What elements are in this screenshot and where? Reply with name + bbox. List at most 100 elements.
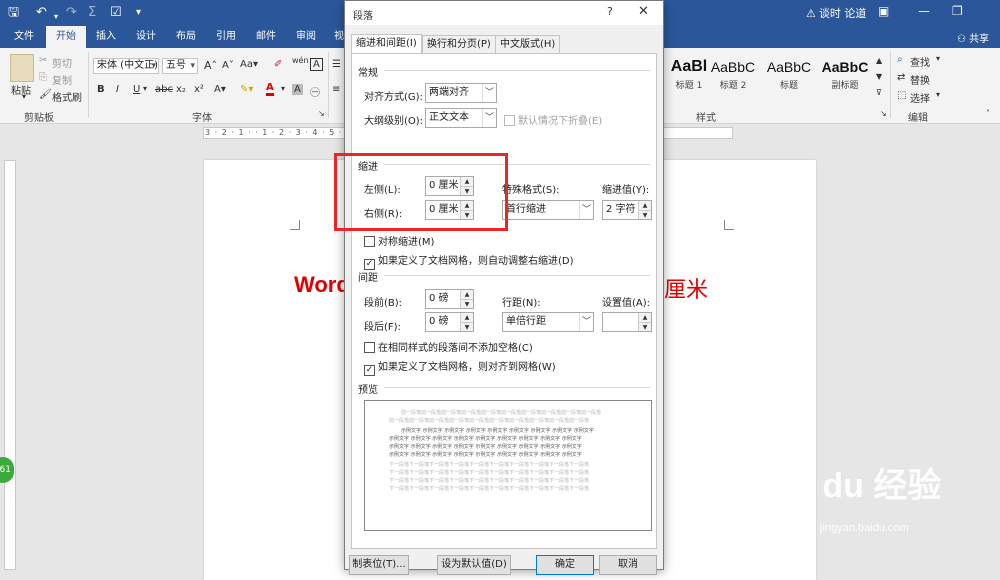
tab-insert[interactable]: 插入	[94, 26, 118, 48]
special-indent-select[interactable]: 首行缩进 ﹀	[502, 200, 594, 220]
replace-icon[interactable]: ⇄	[897, 72, 905, 83]
find-icon[interactable]: ⌕	[897, 54, 903, 65]
italic-icon[interactable]: I	[116, 84, 119, 95]
bullets-icon[interactable]: ☰	[332, 59, 341, 70]
mirror-indents-checkbox[interactable]: 对称缩进(M)	[364, 233, 434, 248]
restore-icon[interactable]: ❐	[952, 4, 963, 18]
text-effects-icon[interactable]: A▾	[214, 84, 226, 95]
indent-by-input[interactable]: 2 字符 ▲ ▼	[602, 200, 652, 220]
tab-asian-typography[interactable]: 中文版式(H)	[495, 35, 561, 53]
ribbon-display-icon[interactable]: ▣	[878, 4, 889, 18]
share-button[interactable]: ⚇ 共享	[957, 30, 989, 45]
tab-line-page-breaks[interactable]: 换行和分页(P)	[422, 35, 496, 53]
find-dropdown-icon[interactable]: ▾	[936, 54, 940, 63]
cancel-button[interactable]: 取消	[599, 555, 657, 575]
char-shading-icon[interactable]: A	[292, 84, 303, 95]
align-left-icon[interactable]: ≡	[332, 84, 340, 95]
paste-icon[interactable]	[10, 54, 34, 82]
style-heading-2[interactable]: AaBbC 标题 2	[704, 56, 762, 96]
cut-icon[interactable]: ✂	[39, 55, 47, 66]
bold-icon[interactable]: B	[97, 84, 105, 95]
tab-references[interactable]: 引用	[214, 26, 238, 48]
spin-down-icon[interactable]: ▼	[461, 322, 473, 331]
phonetic-guide-icon[interactable]: wén	[292, 56, 309, 65]
style-title[interactable]: AaBbC 标题	[760, 56, 818, 96]
replace-button[interactable]: 替换	[910, 72, 930, 87]
spin-up-icon[interactable]: ▲	[461, 313, 473, 322]
edit-document-icon[interactable]: ☑	[110, 5, 122, 21]
spacing-at-input[interactable]: ▲ ▼	[602, 312, 652, 332]
undo-icon[interactable]: ↶	[36, 5, 47, 21]
redo-icon[interactable]: ↷	[66, 5, 77, 21]
ok-button[interactable]: 确定	[536, 555, 594, 575]
outline-level-select[interactable]: 正文文本 ﹀	[425, 108, 497, 128]
subscript-icon[interactable]: x₂	[176, 84, 186, 95]
sum-icon[interactable]: Σ	[88, 5, 96, 21]
line-spacing-select[interactable]: 单倍行距 ﹀	[502, 312, 594, 332]
cut-button[interactable]: 剪切	[52, 55, 72, 70]
tab-review[interactable]: 审阅	[294, 26, 318, 48]
tab-file[interactable]: 文件	[12, 26, 36, 48]
style-subtitle[interactable]: AaBbC 副标题	[816, 56, 874, 96]
select-icon[interactable]: ⬚	[897, 90, 906, 101]
tab-mailings[interactable]: 邮件	[254, 26, 278, 48]
minimize-icon[interactable]: —	[918, 4, 930, 18]
font-dialog-launcher-icon[interactable]: ↘	[318, 109, 325, 118]
styles-dialog-launcher-icon[interactable]: ↘	[880, 109, 887, 118]
format-painter-button[interactable]: 格式刷	[52, 89, 82, 104]
close-icon[interactable]: ✕	[638, 4, 649, 19]
customize-toolbar-icon[interactable]: ▾	[136, 5, 141, 21]
alignment-select[interactable]: 两端对齐 ﹀	[425, 83, 497, 103]
enclose-char-icon[interactable]: ㊀	[310, 84, 320, 99]
warning-notice[interactable]: ⚠ 谈时 论道	[803, 5, 866, 21]
select-dropdown-icon[interactable]: ▾	[936, 90, 940, 99]
save-icon[interactable]: 🖫	[8, 5, 19, 21]
tab-home[interactable]: 开始	[46, 26, 86, 48]
superscript-icon[interactable]: x²	[194, 84, 204, 95]
tab-design[interactable]: 设计	[134, 26, 158, 48]
change-case-icon[interactable]: Aa▾	[240, 59, 258, 70]
space-after-input[interactable]: 0 磅 ▲ ▼	[425, 312, 474, 332]
font-name-combo[interactable]: 宋体 (中文正)	[93, 58, 159, 74]
spin-down-icon[interactable]: ▼	[639, 210, 651, 219]
spin-buttons[interactable]: ▲ ▼	[638, 201, 651, 219]
styles-scroll-down-icon[interactable]: ▼	[876, 72, 882, 81]
snap-to-grid-checkbox[interactable]: ✓ 如果定义了文档网格，则对齐到网格(W)	[364, 358, 556, 376]
spin-buttons[interactable]: ▲ ▼	[638, 313, 651, 331]
collapse-by-default-checkbox[interactable]: 默认情况下折叠(E)	[504, 112, 602, 127]
help-icon[interactable]: ?	[607, 5, 613, 18]
highlight-icon[interactable]: ✎▾	[240, 84, 253, 95]
spin-up-icon[interactable]: ▲	[639, 201, 651, 210]
spin-up-icon[interactable]: ▲	[639, 313, 651, 322]
tab-indents-spacing[interactable]: 缩进和间距(I)	[351, 34, 422, 53]
spin-down-icon[interactable]: ▼	[461, 299, 473, 308]
spin-up-icon[interactable]: ▲	[461, 290, 473, 299]
underline-icon[interactable]: U	[133, 84, 140, 95]
copy-button[interactable]: 复制	[52, 72, 72, 87]
styles-more-icon[interactable]: ⊽	[876, 88, 882, 97]
grow-font-icon[interactable]: A˄	[204, 59, 217, 72]
char-border-icon[interactable]: A	[310, 58, 323, 71]
tabs-button[interactable]: 制表位(T)...	[349, 555, 409, 575]
auto-adjust-right-indent-checkbox[interactable]: ✓ 如果定义了文档网格，则自动调整右缩进(D)	[364, 252, 574, 270]
spin-buttons[interactable]: ▲ ▼	[460, 290, 473, 308]
strikethrough-icon[interactable]: abc	[155, 84, 173, 95]
undo-dropdown-icon[interactable]: ▾	[54, 9, 58, 25]
clear-format-icon[interactable]: ✐	[274, 59, 282, 70]
format-painter-icon[interactable]: 🖌	[39, 89, 52, 100]
no-space-same-style-checkbox[interactable]: 在相同样式的段落间不添加空格(C)	[364, 339, 533, 354]
copy-icon[interactable]: ⎘	[39, 72, 47, 83]
spin-down-icon[interactable]: ▼	[639, 322, 651, 331]
tab-layout[interactable]: 布局	[174, 26, 198, 48]
underline-dropdown-icon[interactable]: ▾	[143, 84, 147, 93]
paste-dropdown-icon[interactable]: ▾	[22, 92, 26, 101]
select-button[interactable]: 选择	[910, 90, 930, 105]
font-color-icon[interactable]: A	[266, 82, 274, 96]
shrink-font-icon[interactable]: A˅	[222, 60, 234, 71]
vertical-ruler[interactable]	[4, 160, 16, 570]
styles-scroll-up-icon[interactable]: ▲	[876, 56, 882, 65]
font-size-combo[interactable]: 五号	[162, 58, 198, 74]
font-color-dropdown-icon[interactable]: ▾	[281, 84, 285, 93]
collapse-ribbon-icon[interactable]: ˄	[986, 109, 990, 118]
paste-button[interactable]: 粘贴	[11, 82, 31, 97]
